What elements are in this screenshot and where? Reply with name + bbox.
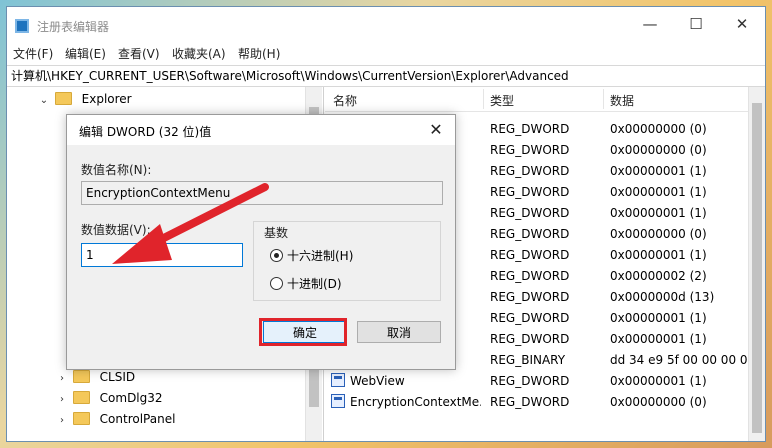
annotation-arrow-icon xyxy=(112,183,269,264)
